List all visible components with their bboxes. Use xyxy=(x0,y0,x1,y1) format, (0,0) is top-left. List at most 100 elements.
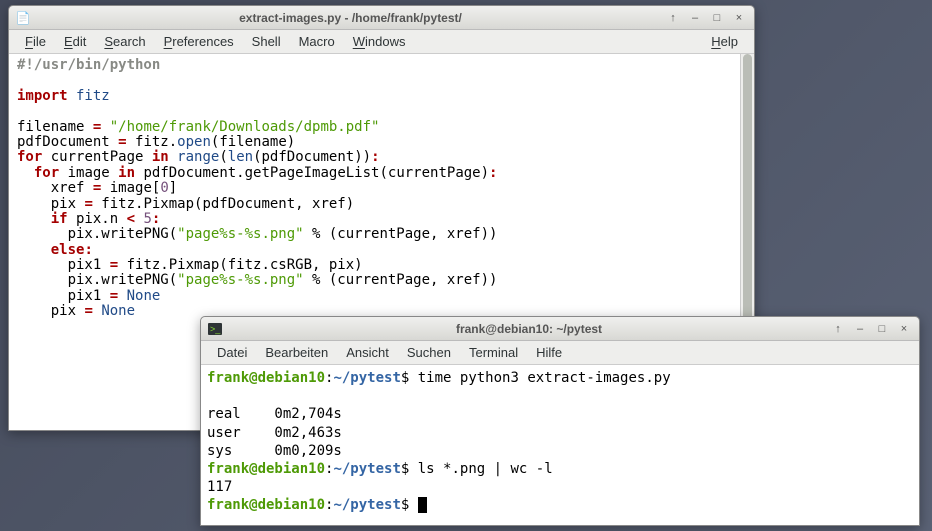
menu-suchen[interactable]: Suchen xyxy=(399,343,459,362)
close-button[interactable]: × xyxy=(730,10,748,26)
code-text: fitz.Pixmap(pdfDocument, xref) xyxy=(93,196,354,212)
colon: : xyxy=(84,242,92,258)
code-text: % (currentPage, xref)) xyxy=(304,226,498,242)
menu-ansicht[interactable]: Ansicht xyxy=(338,343,397,362)
terminal-window: >_ frank@debian10: ~/pytest ↑ – □ × Date… xyxy=(200,316,920,526)
menu-macro[interactable]: Macro xyxy=(291,32,343,51)
minimize-button[interactable]: – xyxy=(851,321,869,337)
str-png: "page%s-%s.png" xyxy=(177,226,303,242)
cmd-ls-wc: ls *.png | wc -l xyxy=(409,461,552,477)
kw-import: import xyxy=(17,88,68,104)
code-text: pdfDocument xyxy=(17,134,118,150)
mod-fitz: fitz xyxy=(68,88,110,104)
out-user: user 0m2,463s xyxy=(207,425,342,441)
code-text xyxy=(118,288,126,304)
terminal-menubar: Datei Bearbeiten Ansicht Suchen Terminal… xyxy=(201,341,919,365)
prompt-user: frank@debian10 xyxy=(207,370,325,386)
svg-text:>_: >_ xyxy=(210,324,221,334)
out-real: real 0m2,704s xyxy=(207,406,342,422)
kw-none: None xyxy=(101,303,135,319)
editor-app-icon: 📄 xyxy=(15,10,31,26)
menu-hilfe[interactable]: Hilfe xyxy=(528,343,570,362)
op-eq: = xyxy=(110,288,118,304)
code-text: % (currentPage, xref)) xyxy=(304,272,498,288)
terminal-content[interactable]: frank@debian10:~/pytest$ time python3 ex… xyxy=(201,365,919,525)
cursor xyxy=(418,497,427,513)
op-eq: = xyxy=(84,303,92,319)
menu-help[interactable]: Help xyxy=(703,32,746,51)
code-text: currentPage xyxy=(42,149,152,165)
menu-search[interactable]: Search xyxy=(96,32,153,51)
up-button[interactable]: ↑ xyxy=(829,321,847,337)
code-text: filename xyxy=(17,119,93,135)
code-text: pix1 xyxy=(17,257,110,273)
scrollbar-thumb[interactable] xyxy=(743,54,752,355)
code-text: pix.writePNG( xyxy=(17,226,177,242)
out-sys: sys 0m0,209s xyxy=(207,443,342,459)
menu-preferences[interactable]: Preferences xyxy=(156,32,242,51)
prompt-path: ~/pytest xyxy=(333,461,400,477)
str-png: "page%s-%s.png" xyxy=(177,272,303,288)
num-five: 5 xyxy=(143,211,151,227)
terminal-titlebar[interactable]: >_ frank@debian10: ~/pytest ↑ – □ × xyxy=(201,317,919,341)
editor-window-controls: ↑ – □ × xyxy=(664,10,748,26)
code-text: pix xyxy=(17,196,84,212)
kw-in: in xyxy=(118,165,135,181)
code-text: pix xyxy=(17,303,84,319)
code-text: image[ xyxy=(101,180,160,196)
maximize-button[interactable]: □ xyxy=(708,10,726,26)
minimize-button[interactable]: – xyxy=(686,10,704,26)
code-shebang: #!/usr/bin/python xyxy=(17,57,160,73)
code-text: ] xyxy=(169,180,177,196)
colon: : xyxy=(489,165,497,181)
code-text: (filename) xyxy=(211,134,295,150)
cmd-time-python: time python3 extract-images.py xyxy=(409,370,670,386)
menu-datei[interactable]: Datei xyxy=(209,343,255,362)
menu-windows[interactable]: Windows xyxy=(345,32,414,51)
str-filename: "/home/frank/Downloads/dpmb.pdf" xyxy=(101,119,379,135)
menu-shell[interactable]: Shell xyxy=(244,32,289,51)
editor-title: extract-images.py - /home/frank/pytest/ xyxy=(37,11,664,25)
op-eq: = xyxy=(118,134,126,150)
code-text: pix1 xyxy=(17,288,110,304)
out-count: 117 xyxy=(207,479,232,495)
editor-titlebar[interactable]: 📄 extract-images.py - /home/frank/pytest… xyxy=(9,6,754,30)
prompt-user: frank@debian10 xyxy=(207,497,325,513)
code-text: (pdfDocument)) xyxy=(253,149,371,165)
maximize-button[interactable]: □ xyxy=(873,321,891,337)
code-text: ( xyxy=(219,149,227,165)
prompt-user: frank@debian10 xyxy=(207,461,325,477)
code-text: pdfDocument.getPageImageList(currentPage… xyxy=(135,165,489,181)
terminal-window-controls: ↑ – □ × xyxy=(829,321,913,337)
kw-if: if xyxy=(51,211,68,227)
prompt-path: ~/pytest xyxy=(333,370,400,386)
kw-in: in xyxy=(152,149,169,165)
up-button[interactable]: ↑ xyxy=(664,10,682,26)
menu-bearbeiten[interactable]: Bearbeiten xyxy=(257,343,336,362)
editor-menubar: File Edit Search Preferences Shell Macro… xyxy=(9,30,754,54)
code-text xyxy=(169,149,177,165)
op-eq: = xyxy=(84,196,92,212)
fn-range: range xyxy=(177,149,219,165)
menu-terminal[interactable]: Terminal xyxy=(461,343,526,362)
kw-else: else xyxy=(51,242,85,258)
code-text: fitz. xyxy=(127,134,178,150)
code-text: fitz.Pixmap(fitz.csRGB, pix) xyxy=(118,257,362,273)
fn-len: len xyxy=(228,149,253,165)
menu-edit[interactable]: Edit xyxy=(56,32,94,51)
kw-for: for xyxy=(17,149,42,165)
code-text: image xyxy=(59,165,118,181)
num-zero: 0 xyxy=(160,180,168,196)
terminal-title: frank@debian10: ~/pytest xyxy=(229,322,829,336)
op-lt: < xyxy=(127,211,135,227)
prompt-path: ~/pytest xyxy=(333,497,400,513)
colon: : xyxy=(371,149,379,165)
prompt-end: $ xyxy=(401,497,409,513)
kw-none: None xyxy=(127,288,161,304)
terminal-app-icon: >_ xyxy=(207,321,223,337)
fn-open: open xyxy=(177,134,211,150)
close-button[interactable]: × xyxy=(895,321,913,337)
code-text: pix.writePNG( xyxy=(17,272,177,288)
menu-file[interactable]: File xyxy=(17,32,54,51)
kw-for: for xyxy=(34,165,59,181)
